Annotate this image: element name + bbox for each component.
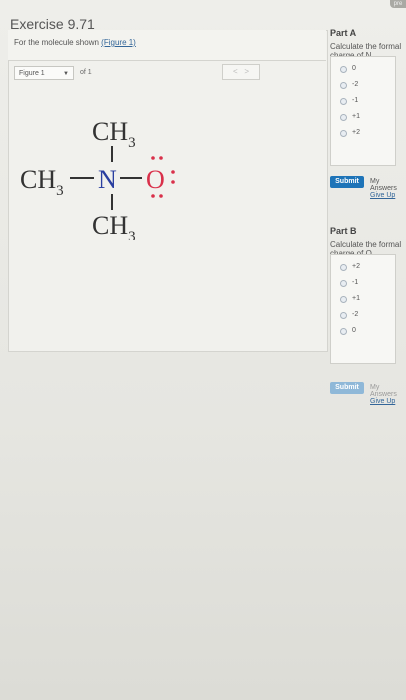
mastering-chemistry-page: pre Exercise 9.71 For the molecule shown… [0,0,406,700]
part-b-option-label: -2 [352,311,359,318]
oxygen-atom: O [146,165,165,194]
part-b-option-radio[interactable] [340,328,347,335]
chevron-left-icon[interactable]: < [233,67,238,76]
molecule-figure: CH3 CH3 N O CH3 [20,117,175,240]
top-ch3-text: CH [92,117,128,146]
part-a-links: My Answers Give Up [370,178,406,199]
part-a-option-radio[interactable] [340,130,347,137]
part-b-option-label: +1 [352,295,360,302]
figure-link[interactable]: (Figure 1) [101,38,136,47]
question-text: For the molecule shown (Figure 1) [14,38,136,47]
part-a-submit-button[interactable]: Submit [330,176,364,188]
top-ch3-label: CH3 [92,117,136,151]
part-a-option-radio[interactable] [340,66,347,73]
part-b-submit-button[interactable]: Submit [330,382,364,394]
part-a-option-radio[interactable] [340,82,347,89]
bottom-ch3-label: CH3 [92,211,136,240]
part-b-option-radio[interactable] [340,312,347,319]
part-a-option-label: -2 [352,81,359,88]
part-a-give-up-link[interactable]: Give Up [370,192,395,199]
corner-tab[interactable]: pre [390,0,406,8]
part-a-option-label: +1 [352,113,360,120]
part-b-option-radio[interactable] [340,280,347,287]
left-ch3-label: CH3 [20,165,64,199]
top-ch3-subscript: 3 [128,135,136,151]
part-a-my-answers[interactable]: My Answers [370,178,397,192]
question-prefix: For the molecule shown [14,38,99,47]
part-a-option-radio[interactable] [340,114,347,121]
chevron-down-icon: ▼ [63,71,69,77]
part-b-option-radio[interactable] [340,296,347,303]
part-a-answer-box [330,56,396,166]
part-a-title: Part A [330,28,357,38]
figure-of-label: of 1 [80,69,92,76]
nitrogen-atom: N [98,165,117,194]
part-b-give-up-link[interactable]: Give Up [370,398,395,405]
part-b-option-label: +2 [352,263,360,270]
part-b-option-label: -1 [352,279,359,286]
figure-select-label: Figure 1 [19,70,45,77]
figure-select[interactable]: Figure 1 ▼ [14,66,74,80]
part-b-option-label: 0 [352,327,356,334]
part-b-option-radio[interactable] [340,264,347,271]
chevron-right-icon[interactable]: > [244,67,249,76]
corner-tab-label: pre [393,1,403,7]
part-b-my-answers[interactable]: My Answers [370,384,397,398]
part-a-option-radio[interactable] [340,98,347,105]
part-a-option-label: +2 [352,129,360,136]
part-b-links: My Answers Give Up [370,384,406,405]
figure-nav[interactable]: < > [222,64,260,80]
part-a-option-label: 0 [352,65,356,72]
part-b-answer-box [330,254,396,364]
part-b-title: Part B [330,226,357,236]
part-a-option-label: -1 [352,97,359,104]
